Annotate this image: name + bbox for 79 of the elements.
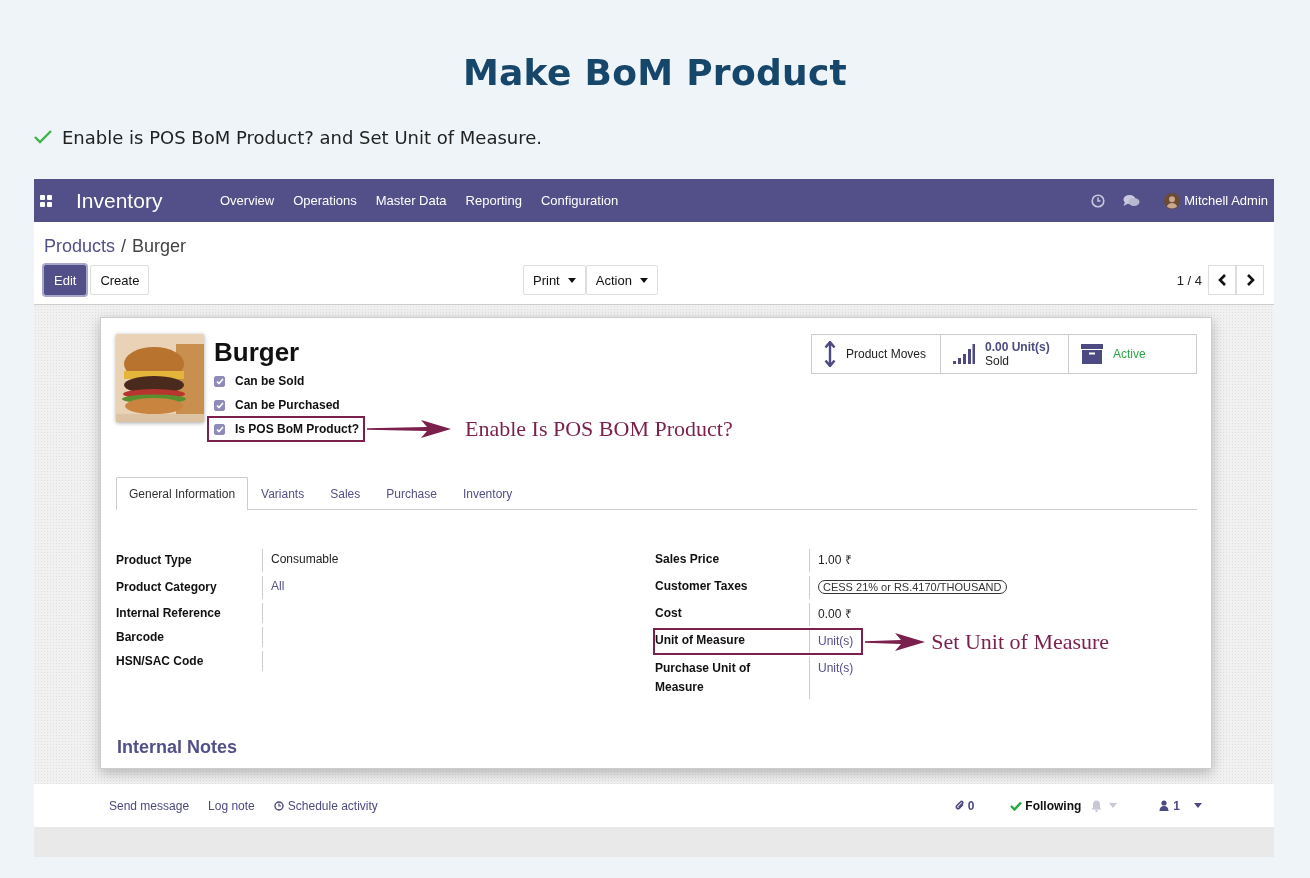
annotation-text: Enable Is POS BOM Product? <box>465 416 733 442</box>
checkbox-label: Can be Sold <box>235 374 305 388</box>
apps-menu-icon[interactable] <box>40 194 52 207</box>
checkmark-icon <box>215 425 224 433</box>
caret-icon <box>1194 803 1202 808</box>
field-label: Cost <box>655 605 683 622</box>
breadcrumb-separator: / <box>121 235 127 257</box>
field-label: Product Type <box>116 552 193 569</box>
attachments-button[interactable]: 0 <box>954 798 975 813</box>
checkbox-label: Can be Purchased <box>235 398 340 412</box>
user-icon <box>1159 800 1170 811</box>
check-icon <box>1010 800 1023 811</box>
field-link[interactable]: All <box>271 579 285 593</box>
field-value: 1.00 ₹ <box>818 553 852 567</box>
bar-chart-icon <box>953 344 975 364</box>
chevron-left-icon <box>1217 274 1227 286</box>
checkbox-label: Is POS BoM Product? <box>235 422 359 436</box>
chat-icon[interactable] <box>1123 193 1141 208</box>
menu-item[interactable]: Configuration <box>540 193 619 208</box>
bell-icon <box>1091 799 1103 812</box>
menu-item[interactable]: Master Data <box>375 193 447 208</box>
checkbox[interactable] <box>214 399 225 411</box>
create-button[interactable]: Create <box>90 265 150 295</box>
field-value: Consumable <box>271 552 339 566</box>
tab[interactable]: Purchase <box>373 477 450 509</box>
avatar-icon <box>1164 192 1181 209</box>
field-link[interactable]: Unit(s) <box>818 661 854 675</box>
field-label: HSN/SAC Code <box>116 653 205 670</box>
caret-icon <box>567 277 576 283</box>
page-title: Make BoM Product <box>461 51 849 95</box>
previous-button[interactable] <box>1208 265 1236 295</box>
annotation-arrow <box>865 631 926 652</box>
breadcrumb-link[interactable]: Products <box>44 235 116 257</box>
tab[interactable]: Sales <box>317 477 374 509</box>
checkmark-icon <box>215 401 224 409</box>
clock-icon[interactable] <box>1091 193 1106 208</box>
app-name[interactable]: Inventory <box>76 188 220 213</box>
section-heading: Internal Notes <box>117 737 239 758</box>
followers-button[interactable]: 1 <box>1159 798 1202 813</box>
checkbox[interactable] <box>214 375 225 387</box>
breadcrumb-current: Burger <box>132 235 187 257</box>
field-label: Unit of Measure <box>655 632 746 649</box>
field-label: Customer Taxes <box>655 578 749 595</box>
user-menu[interactable]: Mitchell Admin <box>1164 192 1268 209</box>
chatter-link[interactable]: Log note <box>208 798 255 813</box>
dropdown-button[interactable]: Action <box>585 265 658 295</box>
chatter-link[interactable]: Send message <box>109 798 190 813</box>
following-button[interactable]: Following <box>1010 798 1082 813</box>
field-label: Barcode <box>116 629 166 646</box>
checkmark-icon <box>215 377 224 385</box>
schedule-activity-link[interactable]: Schedule activity <box>273 798 378 813</box>
menu-item[interactable]: Reporting <box>465 193 522 208</box>
field-label: Purchase Unit of Measure <box>655 660 752 696</box>
up-down-arrow-icon <box>824 341 836 367</box>
clock-icon <box>273 800 284 811</box>
field-link[interactable]: Unit(s) <box>818 634 854 648</box>
field-label: Internal Reference <box>116 605 222 622</box>
pager-value: 1 / 4 <box>1176 272 1202 288</box>
caret-icon <box>1109 803 1118 808</box>
menu-item[interactable]: Operations <box>293 193 357 208</box>
next-button[interactable] <box>1236 265 1264 295</box>
check-icon <box>34 130 52 144</box>
menu-item[interactable]: Overview <box>220 193 275 208</box>
instruction-text: Enable is POS BoM Product? and Set Unit of Measure. <box>62 126 543 148</box>
field-label: Product Category <box>116 579 218 596</box>
product-name: Burger <box>214 336 301 369</box>
caret-icon <box>639 277 648 283</box>
chevron-right-icon <box>1245 274 1255 286</box>
tab[interactable]: Variants <box>248 477 318 509</box>
field-value: 0.00 ₹ <box>818 607 852 621</box>
annotation-text: Set Unit of Measure <box>931 628 1110 655</box>
dropdown-button[interactable]: Print <box>523 265 586 295</box>
tab[interactable]: Inventory <box>449 477 526 509</box>
archive-box-icon <box>1081 344 1103 364</box>
paperclip-icon <box>954 800 965 811</box>
edit-button[interactable]: Edit <box>44 265 87 295</box>
field-label: Sales Price <box>655 551 721 568</box>
tab[interactable]: General Information <box>116 477 249 510</box>
checkbox[interactable] <box>214 423 225 435</box>
